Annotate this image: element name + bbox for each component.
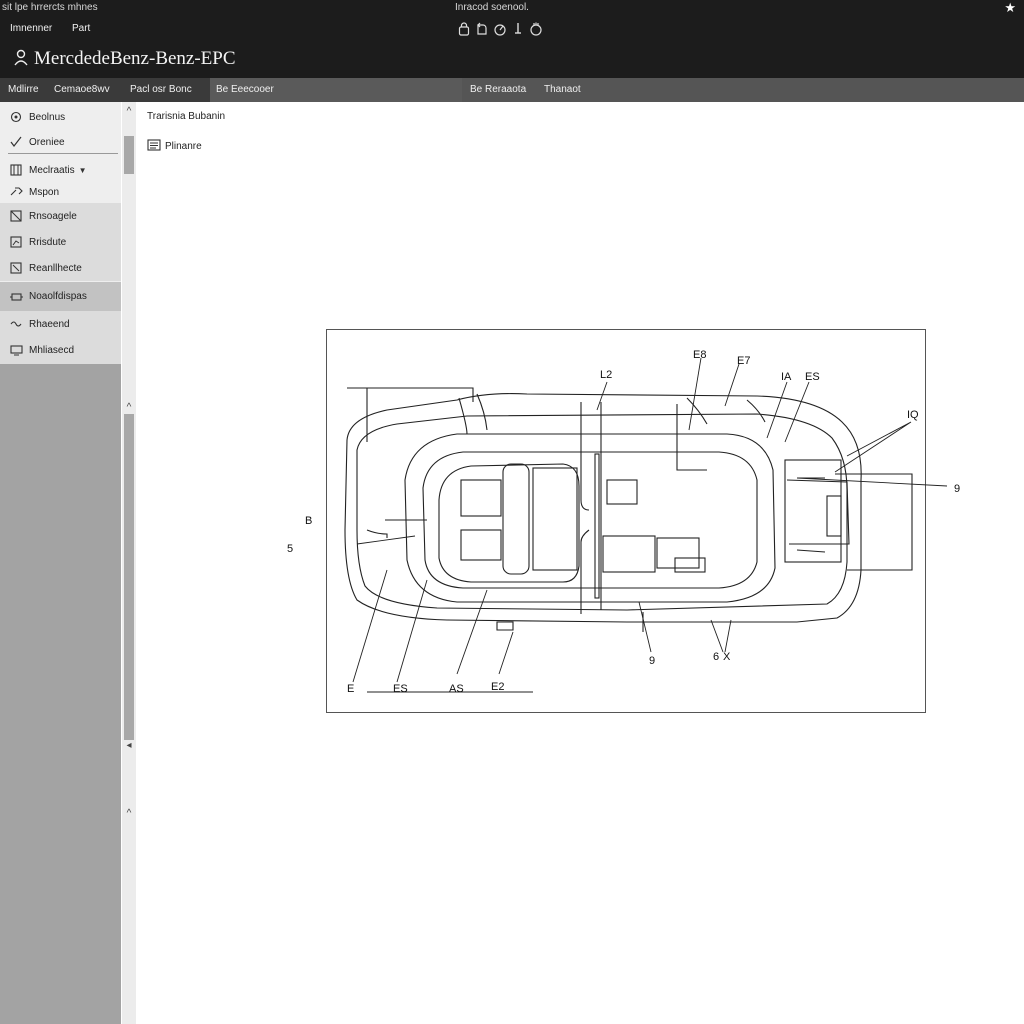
sidebar-divider [8, 153, 118, 154]
tab-bar: Mdlirre Cemaoe8wv Pacl osr Bonc Be Eeeco… [0, 78, 1024, 102]
callout-6[interactable]: 9 [954, 483, 960, 495]
monitor-icon [9, 345, 23, 357]
window-caption-center: Inracod soenool. [455, 2, 529, 13]
window-caption-left: sit lpe hrrercts mhnes [2, 2, 98, 13]
menu-item-1[interactable]: Part [72, 23, 90, 34]
tab-4[interactable]: Be Reraaota [464, 78, 532, 102]
sidebar-item-7[interactable]: Noaolfdispas [0, 282, 121, 311]
callout-4[interactable]: ES [805, 371, 820, 383]
signal-icon [9, 318, 23, 330]
callout-11[interactable]: AS [449, 683, 464, 695]
sidebar-item-8[interactable]: Rhaeend [0, 311, 121, 337]
callout-3[interactable]: IA [781, 371, 792, 383]
tab-5[interactable]: Thanaot [538, 78, 587, 102]
sidebar-scrollbar[interactable]: ^ ^ ◂ ^ [122, 102, 136, 1024]
app-title: MercdedeBenz-Benz-EPC [14, 48, 236, 72]
callout-2[interactable]: L2 [600, 369, 612, 381]
lock-icon[interactable] [457, 21, 471, 37]
sidebar-item-2[interactable]: Meclraatis ▼ [0, 158, 121, 182]
callout-15[interactable]: X [723, 651, 731, 663]
sidebar-item-label: Oreniee [29, 136, 65, 148]
scroll-up-icon-3[interactable]: ^ [124, 808, 134, 819]
rotate-icon[interactable] [475, 21, 489, 37]
callout-14[interactable]: 6 [713, 651, 719, 663]
sub-view-toggle[interactable]: Plinanre [147, 139, 202, 154]
callout-13[interactable]: 9 [649, 655, 655, 667]
scroll-up-icon[interactable]: ^ [124, 106, 134, 117]
gear-icon [9, 111, 23, 123]
box-icon [9, 210, 23, 222]
callout-5[interactable]: IQ [907, 409, 919, 421]
tab-0[interactable]: Mdlirre [2, 78, 45, 102]
sidebar-item-label: Mhliasecd [29, 345, 75, 356]
wrench-icon [9, 186, 23, 198]
list-icon [147, 139, 161, 154]
sidebar-item-label: Rrisdute [29, 236, 67, 248]
gauge-icon[interactable] [493, 21, 507, 37]
app-title-text: MercdedeBenz-Benz-EPC [34, 48, 236, 69]
callout-10[interactable]: ES [393, 683, 408, 695]
sidebar-item-1[interactable]: Oreniee [0, 130, 121, 154]
callout-1[interactable]: E7 [737, 355, 750, 367]
engine-icon [9, 291, 23, 303]
sidebar-item-9[interactable]: Mhliasecd [0, 337, 121, 364]
title-bar: sit lpe hrrercts mhnes Inracod soenool. … [0, 0, 1024, 78]
sidebar-item-3[interactable]: Mspon [0, 180, 121, 204]
toolbar-icons [457, 21, 543, 37]
sidebar-item-5[interactable]: Rrisdute [0, 229, 121, 255]
callout-7[interactable]: B [305, 515, 312, 527]
sidebar-item-label: Beolnus [29, 111, 66, 123]
callout-9[interactable]: E [347, 683, 354, 695]
scroll-up-icon-2[interactable]: ^ [124, 402, 134, 413]
user-icon [14, 49, 28, 72]
vehicle-drawing: E8 E7 L2 IA ES IQ 9 B 5 E ES AS E2 9 6 X [287, 349, 960, 695]
scrollbar-thumb[interactable] [124, 414, 134, 740]
diagram-callouts: E8 E7 L2 IA ES IQ 9 B 5 E ES AS E2 9 6 X [287, 349, 960, 695]
sidebar-item-label: Reanllhecte [29, 262, 82, 274]
menu-item-0[interactable]: Imnenner [10, 23, 52, 34]
scroll-left-icon[interactable]: ◂ [124, 740, 134, 751]
sidebar-item-label: Meclraatis [29, 164, 75, 176]
sidebar-item-label: Rnsoagele [29, 210, 77, 222]
sidebar-item-label: Mspon [29, 186, 60, 198]
breadcrumb: Trarisnia Bubanin [147, 111, 226, 122]
main-content: Trarisnia Bubanin Plinanre E8 E7 L2 IA E… [136, 102, 1024, 1024]
sidebar-item-label: Noaolfdispas [29, 291, 87, 302]
tab-2[interactable]: Pacl osr Bonc [124, 78, 198, 102]
frame-icon [9, 262, 23, 274]
sidebar-item-4[interactable]: Rnsoagele [0, 203, 121, 229]
star-icon[interactable]: ★ [1004, 0, 1016, 16]
sidebar-item-label: Rhaeend [29, 318, 70, 330]
hand-icon[interactable] [529, 21, 543, 37]
vehicle-diagram[interactable]: E8 E7 L2 IA ES IQ 9 B 5 E ES AS E2 9 6 X [287, 329, 960, 713]
panel-icon [9, 164, 23, 176]
sidebar-item-0[interactable]: Beolnus [0, 105, 121, 129]
scrollbar-thumb-top[interactable] [124, 136, 134, 174]
key-icon[interactable] [511, 21, 525, 37]
callout-8[interactable]: 5 [287, 543, 293, 555]
tab-3[interactable]: Be Eeecooer [210, 78, 472, 102]
check-icon [9, 136, 23, 148]
chevron-down-icon[interactable]: ▼ [79, 166, 87, 175]
callout-12[interactable]: E2 [491, 681, 504, 693]
chart-icon [9, 236, 23, 248]
sidebar: Beolnus Oreniee Meclraatis ▼ Mspon Rnsoa… [0, 102, 121, 1024]
callout-0[interactable]: E8 [693, 349, 706, 361]
tab-1[interactable]: Cemaoe8wv [48, 78, 116, 102]
sub-view-label: Plinanre [165, 141, 202, 152]
sidebar-item-6[interactable]: Reanllhecte [0, 255, 121, 281]
